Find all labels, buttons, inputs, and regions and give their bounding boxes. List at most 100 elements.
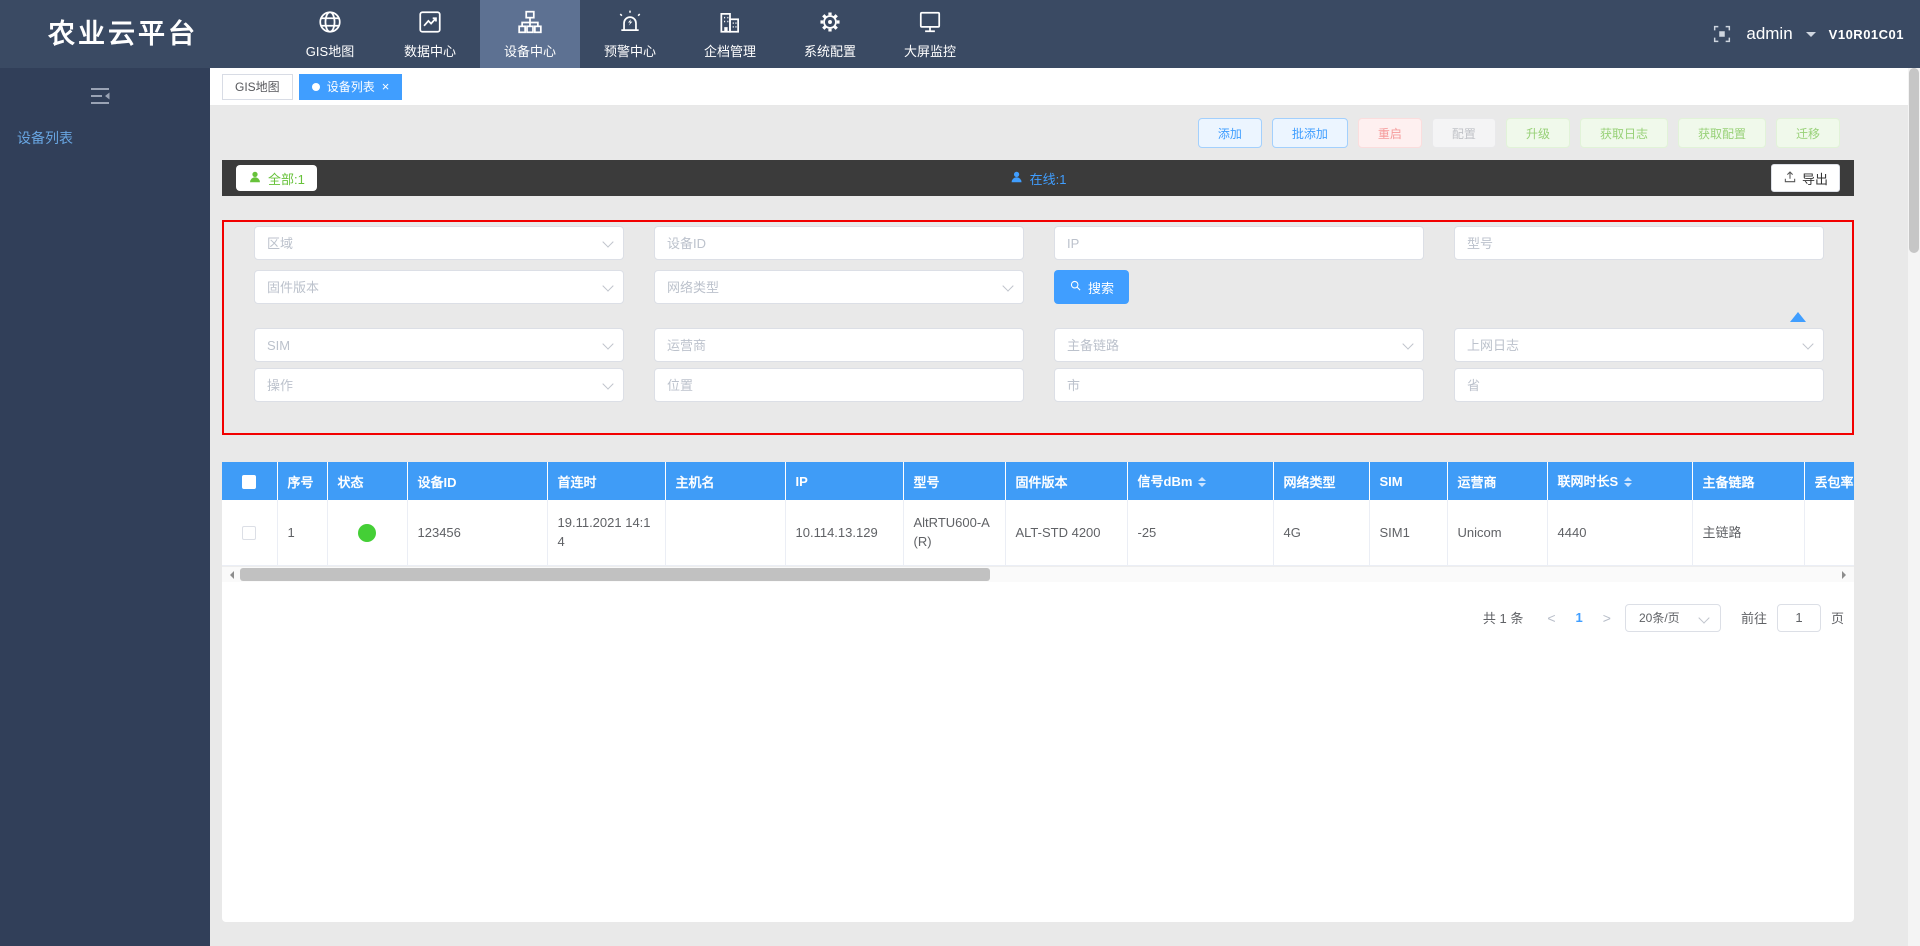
migrate-button[interactable]: 迁移 bbox=[1776, 118, 1840, 148]
version-label: V10R01C01 bbox=[1829, 27, 1904, 42]
sim-select[interactable] bbox=[254, 328, 624, 362]
page-size-value: 20条/页 bbox=[1639, 609, 1680, 626]
navbar-right: admin V10R01C01 bbox=[1711, 0, 1904, 68]
operation-select-input[interactable] bbox=[254, 368, 624, 402]
collapse-filters-icon[interactable] bbox=[1790, 312, 1806, 322]
online-count-label: 在线:1 bbox=[1030, 169, 1067, 188]
upload-icon bbox=[1783, 170, 1797, 187]
vertical-scrollbar[interactable] bbox=[1908, 68, 1920, 946]
province-input[interactable] bbox=[1454, 368, 1824, 402]
tab-label: GIS地图 bbox=[235, 78, 280, 95]
filter-all-button[interactable]: 全部:1 bbox=[236, 165, 317, 191]
export-button[interactable]: 导出 bbox=[1771, 164, 1840, 192]
network-type-select-input[interactable] bbox=[654, 270, 1024, 304]
total-count-label: 共 1 条 bbox=[1483, 608, 1523, 627]
monitor-icon bbox=[917, 9, 943, 38]
nav-item-label: GIS地图 bbox=[306, 41, 354, 60]
prev-page-button[interactable]: < bbox=[1543, 610, 1559, 626]
scroll-right-icon[interactable] bbox=[1842, 571, 1850, 579]
scroll-left-icon[interactable] bbox=[226, 571, 234, 579]
primary-link-select-input[interactable] bbox=[1054, 328, 1424, 362]
scrollbar-thumb[interactable] bbox=[1909, 68, 1919, 253]
nav-item-device-center[interactable]: 设备中心 bbox=[480, 0, 580, 68]
ip-field[interactable] bbox=[1054, 226, 1424, 260]
building-icon bbox=[717, 9, 743, 38]
horizontal-scrollbar[interactable] bbox=[222, 566, 1854, 582]
location-field[interactable] bbox=[654, 368, 1024, 402]
batch-add-button[interactable]: 批添加 bbox=[1272, 118, 1348, 148]
page-number-button[interactable]: 1 bbox=[1570, 610, 1589, 625]
sidebar-fold-icon[interactable] bbox=[88, 84, 112, 106]
restart-button[interactable]: 重启 bbox=[1358, 118, 1422, 148]
model-field[interactable] bbox=[1454, 226, 1824, 260]
sidebar-item-device-list[interactable]: 设备列表 bbox=[0, 120, 210, 156]
row-checkbox[interactable] bbox=[242, 526, 256, 540]
operator-field[interactable] bbox=[654, 328, 1024, 362]
col-header-select bbox=[222, 462, 277, 500]
tab-device-list[interactable]: 设备列表 × bbox=[299, 74, 403, 100]
table-row[interactable]: 1 123456 19.11.2021 14:14 10.114.13.129 … bbox=[222, 500, 1854, 565]
page-unit-label: 页 bbox=[1831, 608, 1844, 627]
col-header-network-type: 网络类型 bbox=[1273, 462, 1369, 500]
nav-item-system-config[interactable]: 系统配置 bbox=[780, 0, 880, 68]
nav-item-gis-map[interactable]: GIS地图 bbox=[280, 0, 380, 68]
get-config-button[interactable]: 获取配置 bbox=[1678, 118, 1766, 148]
net-log-select[interactable] bbox=[1454, 328, 1824, 362]
scrollbar-thumb[interactable] bbox=[240, 568, 990, 581]
chevron-down-icon[interactable] bbox=[1806, 32, 1816, 42]
sort-icon[interactable] bbox=[1198, 473, 1206, 491]
region-select-input[interactable] bbox=[254, 226, 624, 260]
region-select[interactable] bbox=[254, 226, 624, 260]
filter-online-button[interactable]: 在线:1 bbox=[1010, 169, 1067, 188]
sitemap-icon bbox=[517, 9, 543, 38]
search-button[interactable]: 搜索 bbox=[1054, 270, 1129, 304]
city-field[interactable] bbox=[1054, 368, 1424, 402]
upgrade-button[interactable]: 升级 bbox=[1506, 118, 1570, 148]
export-label: 导出 bbox=[1802, 169, 1828, 188]
next-page-button[interactable]: > bbox=[1599, 610, 1615, 626]
model-input[interactable] bbox=[1454, 226, 1824, 260]
network-type-select[interactable] bbox=[654, 270, 1024, 304]
select-all-checkbox[interactable] bbox=[242, 475, 256, 489]
sim-select-input[interactable] bbox=[254, 328, 624, 362]
col-header-index: 序号 bbox=[277, 462, 327, 500]
col-header-signal[interactable]: 信号dBm bbox=[1127, 462, 1273, 500]
city-input[interactable] bbox=[1054, 368, 1424, 402]
sort-icon[interactable] bbox=[1624, 473, 1632, 491]
primary-link-select[interactable] bbox=[1054, 328, 1424, 362]
firmware-select-input[interactable] bbox=[254, 270, 624, 304]
status-dot bbox=[358, 524, 376, 542]
page-size-select[interactable]: 20条/页 bbox=[1625, 604, 1721, 632]
province-field[interactable] bbox=[1454, 368, 1824, 402]
col-header-online-duration[interactable]: 联网时长S bbox=[1547, 462, 1692, 500]
nav-item-screen-monitor[interactable]: 大屏监控 bbox=[880, 0, 980, 68]
firmware-select[interactable] bbox=[254, 270, 624, 304]
device-table: 序号 状态 设备ID 首连时 主机名 IP 型号 固件版本 信号dBm 网络类型… bbox=[222, 462, 1854, 566]
get-logs-button[interactable]: 获取日志 bbox=[1580, 118, 1668, 148]
operation-select[interactable] bbox=[254, 368, 624, 402]
cell-packet-loss bbox=[1804, 500, 1854, 565]
device-id-field[interactable] bbox=[654, 226, 1024, 260]
cell-ip: 10.114.13.129 bbox=[785, 500, 903, 565]
main-nav: GIS地图 数据中心 设备中心 预警中心 企档管理 系统配置 bbox=[280, 0, 980, 68]
close-icon[interactable]: × bbox=[382, 80, 390, 93]
status-bar: 全部:1 在线:1 导出 bbox=[222, 160, 1854, 196]
cell-device-id: 123456 bbox=[407, 500, 547, 565]
net-log-select-input[interactable] bbox=[1454, 328, 1824, 362]
nav-item-alert-center[interactable]: 预警中心 bbox=[580, 0, 680, 68]
location-input[interactable] bbox=[654, 368, 1024, 402]
user-menu[interactable]: admin bbox=[1746, 24, 1792, 44]
config-button[interactable]: 配置 bbox=[1432, 118, 1496, 148]
ip-input[interactable] bbox=[1054, 226, 1424, 260]
nav-item-label: 预警中心 bbox=[604, 41, 656, 60]
nav-item-data-center[interactable]: 数据中心 bbox=[380, 0, 480, 68]
tab-gis-map[interactable]: GIS地图 bbox=[222, 74, 293, 100]
app-title: 农业云平台 bbox=[48, 0, 198, 68]
nav-item-archive-mgmt[interactable]: 企档管理 bbox=[680, 0, 780, 68]
operator-input[interactable] bbox=[654, 328, 1024, 362]
add-button[interactable]: 添加 bbox=[1198, 118, 1262, 148]
device-id-input[interactable] bbox=[654, 226, 1024, 260]
goto-page-input[interactable] bbox=[1777, 604, 1821, 632]
cell-index: 1 bbox=[277, 500, 327, 565]
col-header-device-id: 设备ID bbox=[407, 462, 547, 500]
